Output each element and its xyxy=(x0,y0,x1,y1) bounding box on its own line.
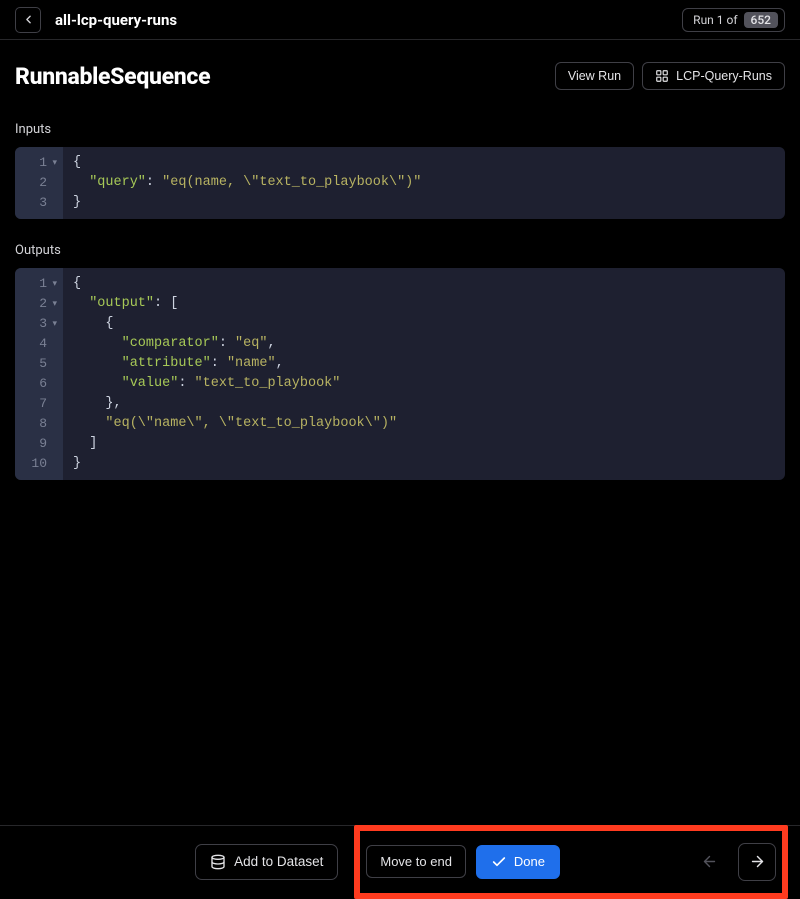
arrow-left-icon xyxy=(701,853,718,870)
inputs-code-block[interactable]: 1▾ 2 3 { "query": "eq(name, \"text_to_pl… xyxy=(15,147,785,219)
run-counter-total: 652 xyxy=(744,12,778,28)
outputs-code-block[interactable]: 1▾ 2▾ 3▾ 4 5 6 7 8 9 10 { "output": [ { … xyxy=(15,268,785,480)
dataset-link-label: LCP-Query-Runs xyxy=(676,69,772,83)
add-to-dataset-button[interactable]: Add to Dataset xyxy=(195,844,338,880)
action-highlight-box: Move to end Done xyxy=(354,825,788,899)
run-counter-prefix: Run 1 of xyxy=(693,13,737,27)
done-label: Done xyxy=(514,854,545,869)
database-icon xyxy=(210,854,226,870)
check-icon xyxy=(491,854,507,870)
inputs-code: { "query": "eq(name, \"text_to_playbook\… xyxy=(63,147,785,219)
move-to-end-button[interactable]: Move to end xyxy=(366,845,466,878)
run-counter[interactable]: Run 1 of 652 xyxy=(682,8,785,32)
page-title: RunnableSequence xyxy=(15,63,210,90)
move-to-end-label: Move to end xyxy=(380,854,452,869)
prev-button xyxy=(690,843,728,881)
done-button[interactable]: Done xyxy=(476,845,560,879)
view-run-button[interactable]: View Run xyxy=(555,62,634,90)
arrow-right-icon xyxy=(749,853,766,870)
breadcrumb[interactable]: all-lcp-query-runs xyxy=(55,11,177,29)
grid-icon xyxy=(655,69,669,83)
outputs-label: Outputs xyxy=(0,229,800,268)
add-to-dataset-label: Add to Dataset xyxy=(234,854,323,869)
outputs-code: { "output": [ { "comparator": "eq", "att… xyxy=(63,268,785,480)
next-button[interactable] xyxy=(738,843,776,881)
inputs-label: Inputs xyxy=(0,108,800,147)
outputs-gutter: 1▾ 2▾ 3▾ 4 5 6 7 8 9 10 xyxy=(15,268,63,480)
dataset-link-button[interactable]: LCP-Query-Runs xyxy=(642,62,785,90)
view-run-label: View Run xyxy=(568,69,621,83)
back-button[interactable] xyxy=(15,7,41,33)
inputs-gutter: 1▾ 2 3 xyxy=(15,147,63,219)
chevron-left-icon xyxy=(22,13,35,26)
